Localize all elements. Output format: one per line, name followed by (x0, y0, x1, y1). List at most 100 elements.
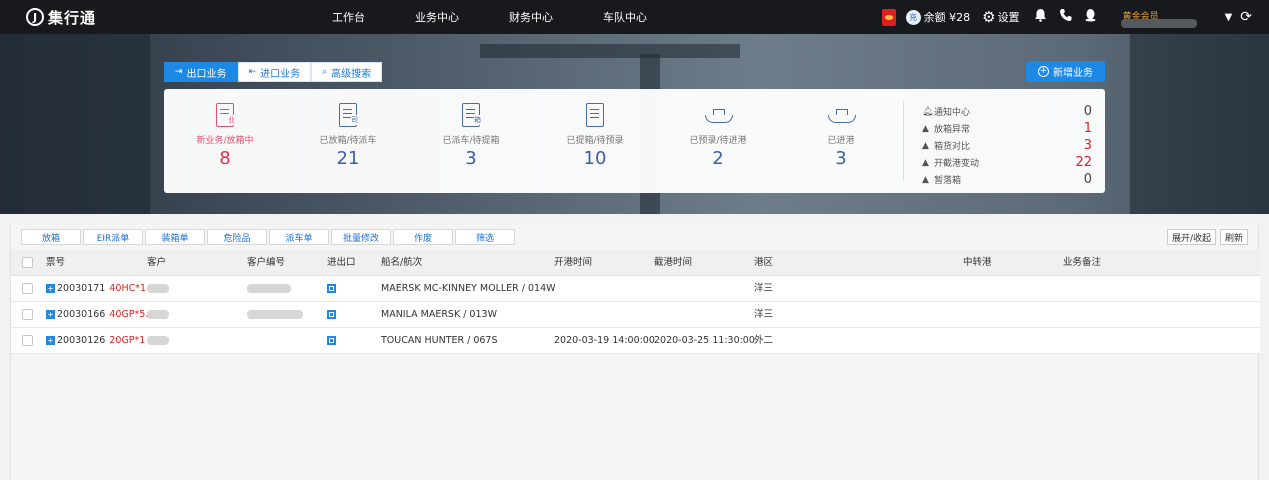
stat-value: 8 (219, 148, 231, 169)
refresh-button[interactable]: 刷新 (1219, 229, 1248, 245)
warning-icon: ▲ (922, 157, 929, 168)
customer-cell (147, 328, 169, 354)
table-row[interactable]: +20030126 20GP*1 TOUCAN HUNTER / 067S 202… (11, 328, 1260, 354)
gear-icon[interactable]: ⚙ (982, 8, 995, 26)
main-menu: 工作台 业务中心 财务中心 车队中心 (332, 9, 697, 25)
stat-picked-up[interactable]: 已提箱/待预录 10 (545, 103, 645, 169)
close-time-cell: 2020-03-25 11:30:00 (654, 335, 755, 346)
chevron-down-icon[interactable]: ▼ (1225, 12, 1233, 23)
refresh-icon[interactable]: ⟳ (1240, 9, 1252, 25)
select-all-checkbox[interactable] (22, 257, 33, 268)
ticket-number[interactable]: 20030126 (57, 335, 105, 346)
qq-icon[interactable] (1084, 8, 1097, 26)
notice-temp-drop[interactable]: ▲ 暂落箱 0 (922, 171, 1092, 188)
bell-icon: 🔔︎ (922, 106, 934, 117)
notice-notification-center[interactable]: 🔔︎ 通知中心 0 (922, 103, 1092, 120)
export-flag-icon[interactable] (327, 284, 336, 293)
business-list-panel: 放箱 EIR派单 装箱单 危险品 派车单 批量修改 作废 筛选 展开/收起 刷新… (10, 225, 1260, 480)
row-checkbox[interactable] (22, 283, 33, 294)
notice-port-change[interactable]: ▲ 开截港变动 22 (922, 154, 1092, 171)
tab-advanced-search[interactable]: ⌕ 高级搜索 (311, 62, 383, 82)
tab-label: 出口业务 (186, 68, 227, 80)
vessel-cell: TOUCAN HUNTER / 067S (381, 335, 498, 346)
tab-label: 进口业务 (260, 68, 301, 80)
stat-value: 3 (465, 148, 477, 169)
table-row[interactable]: +20030171 40HC*1 MAERSK MC-KINNEY MOLLER … (11, 276, 1260, 302)
container-type: 20GP*1 (109, 335, 146, 346)
red-packet-icon[interactable] (881, 8, 896, 26)
banner-background (0, 34, 150, 214)
dispatch-order-button[interactable]: 派车单 (269, 229, 329, 245)
dangerous-goods-button[interactable]: 危险品 (207, 229, 267, 245)
stat-new-business[interactable]: 业 新业务/放箱中 8 (175, 103, 275, 169)
dashboard-banner: ⇥ 出口业务 ⇤ 进口业务 ⌕ 高级搜索 + 新增业务 业 新业务/放箱中 8 … (0, 34, 1269, 214)
status-summary-card: 业 新业务/放箱中 8 司 已放箱/待派车 21 箱 已派车/待提箱 3 已提箱… (164, 89, 1105, 193)
col-vessel-voyage[interactable]: 船名/航次 (381, 250, 422, 276)
col-open-time[interactable]: 开港时间 (554, 250, 592, 276)
col-customer[interactable]: 客户 (147, 250, 166, 276)
col-remark[interactable]: 业务备注 (1063, 250, 1101, 276)
customer-code-cell (247, 302, 303, 328)
notice-release-exception[interactable]: ▲ 放箱异常 1 (922, 120, 1092, 137)
stat-released[interactable]: 司 已放箱/待派车 21 (298, 103, 398, 169)
table-row[interactable]: +20030166 40GP*5... MANILA MAERSK / 013W … (11, 302, 1260, 328)
container-type: 40HC*1 (109, 283, 147, 294)
expand-row-icon[interactable]: + (46, 284, 55, 293)
col-close-time[interactable]: 截港时间 (654, 250, 692, 276)
new-business-button[interactable]: + 新增业务 (1026, 61, 1105, 82)
row-checkbox[interactable] (22, 309, 33, 320)
col-import-export[interactable]: 进出口 (327, 250, 356, 276)
eir-dispatch-button[interactable]: EIR派单 (83, 229, 143, 245)
batch-edit-button[interactable]: 批量修改 (331, 229, 391, 245)
banner-background (480, 44, 740, 58)
stat-in-port[interactable]: 已进港 3 (791, 103, 891, 169)
filter-button[interactable]: 筛选 (455, 229, 515, 245)
notice-count: 3 (1083, 138, 1092, 153)
settings-link[interactable]: 设置 (998, 9, 1020, 25)
user-name-redacted (1120, 19, 1197, 28)
search-icon: ⌕ (322, 67, 328, 77)
expand-row-icon[interactable]: + (46, 336, 55, 345)
logo-text: 集行通 (48, 8, 97, 27)
action-toolbar: 放箱 EIR派单 装箱单 危险品 派车单 批量修改 作废 筛选 (21, 229, 517, 245)
col-transit-port[interactable]: 中转港 (963, 250, 992, 276)
import-export-cell (327, 276, 336, 302)
col-ticket[interactable]: 票号 (46, 250, 65, 276)
ticket-number[interactable]: 20030171 (57, 283, 105, 294)
nav-workbench[interactable]: 工作台 (332, 9, 365, 25)
recharge-icon[interactable]: 充 (905, 9, 921, 25)
phone-icon[interactable] (1059, 8, 1072, 26)
col-port-area[interactable]: 港区 (754, 250, 773, 276)
packing-list-button[interactable]: 装箱单 (145, 229, 205, 245)
tab-import-business[interactable]: ⇤ 进口业务 (237, 62, 312, 82)
notice-label: 开截港变动 (934, 159, 980, 169)
nav-business-center[interactable]: 业务中心 (415, 9, 459, 25)
warning-icon: ▲ (922, 140, 929, 151)
col-customer-code[interactable]: 客户编号 (247, 250, 285, 276)
export-flag-icon[interactable] (327, 336, 336, 345)
notice-cargo-compare[interactable]: ▲ 箱货对比 3 (922, 137, 1092, 154)
stat-dispatched[interactable]: 箱 已派车/待提箱 3 (421, 103, 521, 169)
bell-icon[interactable] (1034, 8, 1047, 26)
stat-label: 新业务/放箱中 (196, 136, 254, 146)
stat-pre-recorded[interactable]: 已预录/待进港 2 (668, 103, 768, 169)
row-checkbox[interactable] (22, 335, 33, 346)
import-export-cell (327, 328, 336, 354)
app-logo[interactable]: J 集行通 (26, 7, 256, 28)
export-flag-icon[interactable] (327, 310, 336, 319)
notice-label: 放箱异常 (934, 125, 971, 135)
release-button[interactable]: 放箱 (21, 229, 81, 245)
stat-value: 10 (583, 148, 607, 169)
expand-collapse-button[interactable]: 展开/收起 (1166, 229, 1216, 245)
nav-finance-center[interactable]: 财务中心 (509, 9, 553, 25)
ticket-number[interactable]: 20030166 (57, 309, 105, 320)
export-icon: ⇥ (175, 67, 183, 77)
expand-row-icon[interactable]: + (46, 310, 55, 319)
notice-count: 0 (1083, 104, 1092, 119)
user-profile[interactable]: 黄金会员 (1113, 4, 1219, 30)
plus-icon: + (1038, 66, 1049, 77)
void-button[interactable]: 作废 (393, 229, 453, 245)
redacted-value (147, 284, 169, 293)
nav-fleet-center[interactable]: 车队中心 (603, 9, 647, 25)
tab-export-business[interactable]: ⇥ 出口业务 (164, 62, 238, 82)
